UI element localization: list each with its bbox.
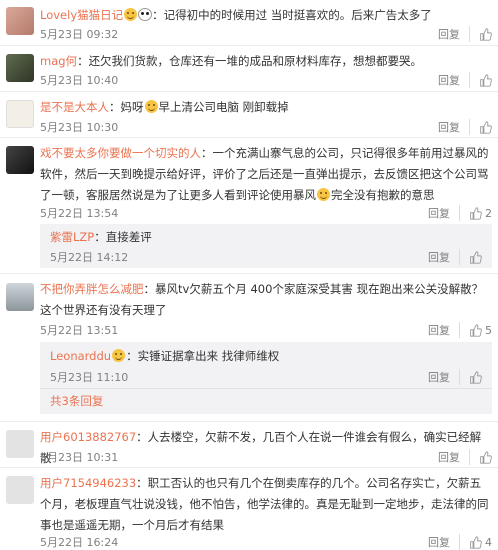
emoji-icon [124, 8, 138, 21]
like-button[interactable] [479, 120, 492, 134]
thumbs-up-icon [480, 450, 492, 464]
like-count: 4 [485, 535, 492, 549]
thumbs-up-icon [470, 206, 482, 220]
like-button[interactable]: 2 [469, 207, 492, 220]
avatar[interactable] [6, 7, 34, 35]
comment-time: 5月23日 10:30 [40, 121, 119, 134]
panda-emoji-icon [138, 8, 153, 21]
like-button[interactable] [469, 370, 482, 384]
comment-time: 5月23日 10:40 [40, 74, 119, 87]
reply-time: 5月23日 11:10 [50, 371, 129, 384]
like-button[interactable]: 4 [469, 536, 492, 549]
like-button[interactable] [479, 450, 492, 464]
thumbs-up-icon [480, 73, 492, 87]
reply-button[interactable]: 回复 [438, 72, 470, 88]
avatar[interactable] [6, 54, 34, 82]
comment-username[interactable]: 用户7154946233 [40, 476, 136, 490]
comment-time: 5月22日 13:54 [40, 207, 119, 220]
thumbs-up-icon [480, 120, 492, 134]
thumbs-up-icon [470, 323, 482, 337]
comment-text-cont: 早上清公司电脑 刚卸载掉 [158, 100, 289, 114]
comment-username[interactable]: 不把你弄胖怎么减肥 [40, 282, 144, 296]
comment-item: 不把你弄胖怎么减肥：暴风tv欠薪五个月 400个家庭深受其害 现在跑出来公关没解… [0, 274, 498, 422]
reply-button[interactable]: 回复 [428, 249, 460, 265]
thumbs-up-icon [470, 370, 482, 384]
comment-username[interactable]: 是不是大本人 [40, 100, 109, 114]
comment-item: Lovely猫猫日记 ：记得初中的时候用过 当时挺喜欢的。后来广告太多了 5月23… [0, 0, 498, 46]
comment-username[interactable]: 用户6013882767 [40, 430, 136, 444]
emoji-icon [317, 188, 330, 201]
comment-username[interactable]: mag何 [40, 54, 77, 68]
view-all-replies-link[interactable]: 共3条回复 [50, 393, 103, 409]
thumbs-up-icon [480, 27, 492, 41]
reply-text: 实锤证据拿出来 找律师维权 [137, 349, 280, 363]
comment-item: 戏不要太多你要做一个切实的人：一个充满山寨气息的公司，只记得很多年前用过暴风的软… [0, 138, 498, 274]
like-button[interactable] [479, 73, 492, 87]
reply-button[interactable]: 回复 [438, 449, 470, 465]
comment-item: 用户7154946233：职工否认的也只有几个在倒卖库存的几个。公司名存实亡，欠… [0, 468, 498, 550]
comment-text: 还欠我们货款，仓库还有一堆的成品和原材料库存，想想都要哭。 [88, 54, 423, 68]
like-button[interactable]: 5 [469, 324, 492, 337]
comment-time: 5月23日 10:31 [40, 451, 119, 464]
emoji-icon [144, 100, 158, 113]
comment-time: 5月23日 09:32 [40, 28, 119, 41]
comment-text-cont: 完全没有抱歉的意思 [331, 188, 435, 202]
reply-button[interactable]: 回复 [428, 534, 460, 550]
reply-button[interactable]: 回复 [428, 205, 460, 221]
thumbs-up-icon [470, 535, 482, 549]
avatar[interactable] [6, 476, 34, 504]
like-count: 2 [485, 206, 492, 220]
avatar[interactable] [6, 283, 34, 311]
reply-thread: Leonarddu ：实锤证据拿出来 找律师维权 5月23日 11:10 回复 共… [40, 342, 492, 414]
comment-text: 记得初中的时候用过 当时挺喜欢的。后来广告太多了 [163, 8, 432, 22]
emoji-icon [112, 349, 126, 362]
comment-item: mag何：还欠我们货款，仓库还有一堆的成品和原材料库存，想想都要哭。 5月23日… [0, 46, 498, 92]
comment-username[interactable]: Lovely猫猫日记 [40, 8, 123, 22]
reply-button[interactable]: 回复 [428, 322, 460, 338]
reply-text: 直接差评 [105, 230, 152, 244]
comment-username[interactable]: 戏不要太多你要做一个切实的人 [40, 146, 201, 160]
avatar[interactable] [6, 146, 34, 174]
comment-text: 妈呀 [120, 100, 144, 114]
comment-item: 用户6013882767：人去楼空，欠薪不发，几百个人在说一件谁会有假么，确实已… [0, 422, 498, 468]
like-count: 5 [485, 323, 492, 337]
avatar[interactable] [6, 430, 34, 458]
like-button[interactable] [479, 27, 492, 41]
reply-button[interactable]: 回复 [438, 26, 470, 42]
comment-time: 5月22日 16:24 [40, 536, 119, 549]
reply-button[interactable]: 回复 [428, 369, 460, 385]
comment-time: 5月22日 13:51 [40, 324, 119, 337]
comment-item: 是不是大本人：妈呀 早上清公司电脑 刚卸载掉 5月23日 10:30 回复 [0, 92, 498, 138]
like-button[interactable] [469, 250, 482, 264]
reply-time: 5月22日 14:12 [50, 251, 129, 264]
avatar[interactable] [6, 100, 34, 128]
thumbs-up-icon [470, 250, 482, 264]
reply-username[interactable]: 紫雷LZP [50, 230, 94, 244]
reply-thread: 紫雷LZP：直接差评 5月22日 14:12 回复 [40, 224, 492, 268]
reply-username[interactable]: Leonarddu [50, 349, 111, 363]
reply-button[interactable]: 回复 [438, 119, 470, 135]
